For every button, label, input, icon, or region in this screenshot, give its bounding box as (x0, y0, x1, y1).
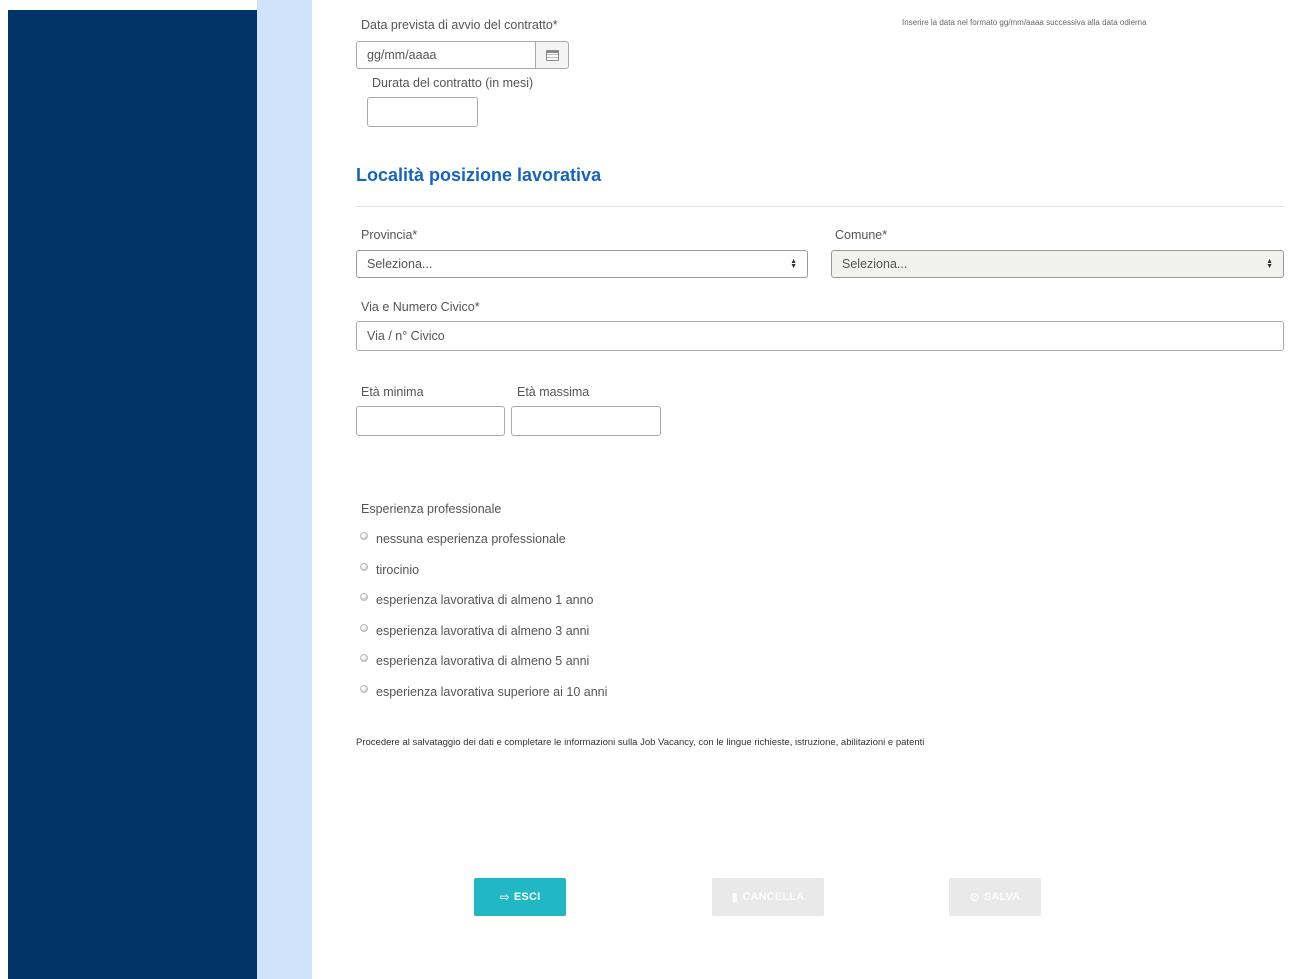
duration-label: Durata del contratto (in mesi) (372, 76, 534, 90)
delete-button[interactable]: ▮ CANCELLA (712, 878, 824, 916)
max-age-label: Età massima (517, 385, 590, 399)
experience-option-label: esperienza lavorativa di almeno 3 anni (376, 624, 590, 638)
experience-option-label: nessuna esperienza professionale (376, 532, 566, 546)
experience-option[interactable]: tirocinio (360, 563, 419, 577)
section-divider (356, 206, 1284, 207)
select-arrows-icon: ▲ ▼ (1266, 258, 1273, 270)
province-selected: Seleziona... (367, 257, 433, 271)
address-label: Via e Numero Civico* (361, 300, 480, 314)
duration-input[interactable] (367, 97, 478, 127)
check-circle-icon: ⊘ (969, 890, 980, 904)
radio-button[interactable] (360, 593, 368, 601)
save-button-label: SALVA (983, 891, 1021, 903)
main-form: Data prevista di avvio del contratto* In… (312, 0, 1315, 979)
comune-select[interactable]: Seleziona... ▲ ▼ (831, 250, 1284, 278)
calendar-button[interactable] (535, 41, 569, 69)
exit-button-label: ESCI (513, 891, 541, 903)
start-date-hint: Inserire la data nel formato gg/mm/aaaa … (902, 18, 1147, 27)
radio-button[interactable] (360, 563, 368, 571)
experience-option[interactable]: esperienza lavorativa di almeno 5 anni (360, 654, 589, 668)
comune-selected: Seleziona... (842, 257, 908, 271)
save-instructions-note: Procedere al salvataggio dei dati e comp… (356, 737, 925, 748)
experience-option[interactable]: esperienza lavorativa superiore ai 10 an… (360, 685, 607, 699)
experience-option[interactable]: nessuna esperienza professionale (360, 532, 566, 546)
max-age-input[interactable] (511, 406, 661, 436)
experience-label: Esperienza professionale (361, 502, 502, 516)
save-button[interactable]: ⊘ SALVA (949, 878, 1041, 916)
trash-icon: ▮ (731, 890, 739, 904)
province-label: Provincia* (361, 228, 418, 242)
address-placeholder: Via / n° Civico (367, 329, 445, 343)
min-age-input[interactable] (356, 406, 505, 436)
comune-label: Comune* (835, 228, 888, 242)
exit-icon: ⇨ (499, 890, 510, 904)
radio-button[interactable] (360, 654, 368, 662)
radio-button[interactable] (360, 532, 368, 540)
address-input[interactable]: Via / n° Civico (356, 321, 1284, 351)
experience-option[interactable]: esperienza lavorativa di almeno 3 anni (360, 624, 589, 638)
radio-button[interactable] (360, 685, 368, 693)
window-edge (0, 0, 8, 979)
start-date-label: Data prevista di avvio del contratto* (361, 18, 558, 32)
sidebar (8, 10, 257, 979)
radio-button[interactable] (360, 624, 368, 632)
min-age-label: Età minima (361, 385, 424, 399)
experience-option-label: esperienza lavorativa superiore ai 10 an… (376, 685, 608, 699)
sidebar-accent-strip (257, 0, 312, 979)
select-arrows-icon: ▲ ▼ (790, 258, 797, 270)
exit-button[interactable]: ⇨ ESCI (474, 878, 566, 916)
experience-option-label: tirocinio (376, 563, 420, 577)
start-date-placeholder: gg/mm/aaaa (367, 48, 437, 62)
calendar-icon (545, 49, 559, 61)
province-select[interactable]: Seleziona... ▲ ▼ (356, 250, 808, 278)
experience-option[interactable]: esperienza lavorativa di almeno 1 anno (360, 593, 594, 607)
experience-option-label: esperienza lavorativa di almeno 1 anno (376, 593, 594, 607)
experience-option-label: esperienza lavorativa di almeno 5 anni (376, 654, 590, 668)
location-section-title: Località posizione lavorativa (356, 165, 602, 185)
start-date-input[interactable]: gg/mm/aaaa (356, 41, 536, 69)
delete-button-label: CANCELLA (742, 891, 805, 903)
